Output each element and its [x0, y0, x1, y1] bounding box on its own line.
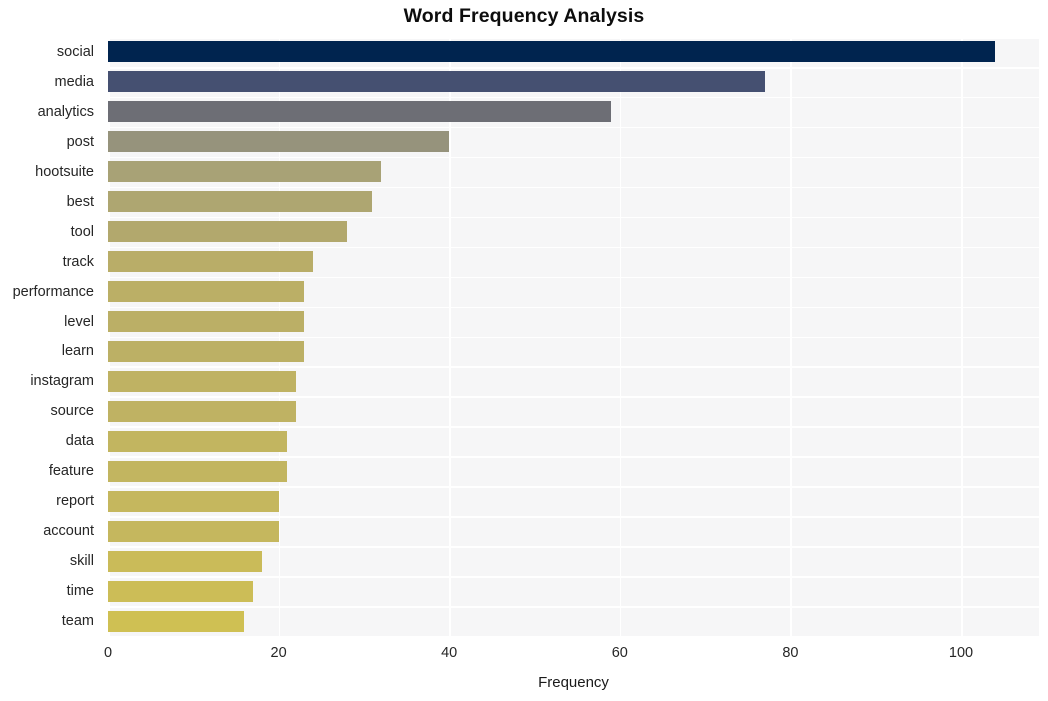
y-tick-label-best: best	[66, 193, 94, 210]
y-tick-label-source: source	[50, 403, 94, 420]
bar-data[interactable]	[108, 430, 288, 452]
bar-learn[interactable]	[108, 340, 305, 362]
bar-skill[interactable]	[108, 550, 262, 572]
x-tick-label-0: 0	[103, 645, 113, 661]
y-tick-label-data: data	[65, 433, 94, 450]
y-tick-label-track: track	[62, 253, 94, 270]
bar-social[interactable]	[108, 41, 996, 63]
y-tick-label-time: time	[66, 583, 94, 600]
y-tick-label-tool: tool	[70, 223, 94, 240]
bar-performance[interactable]	[108, 281, 305, 303]
x-tick-label-40: 40	[441, 645, 458, 661]
y-tick-label-account: account	[43, 523, 94, 540]
y-tick-label-level: level	[64, 313, 94, 330]
bar-hootsuite[interactable]	[108, 161, 381, 183]
y-tick-label-skill: skill	[69, 553, 94, 570]
y-tick-label-media: media	[54, 73, 95, 90]
bars-layer	[108, 37, 996, 636]
y-tick-label-report: report	[56, 493, 94, 510]
plot-background-extension	[961, 37, 1039, 636]
x-axis-tick-labels: 0 20 40 60 80 100	[0, 645, 1048, 669]
x-tick-label-60: 60	[611, 645, 628, 661]
y-tick-label-social: social	[56, 43, 94, 60]
bar-best[interactable]	[108, 191, 373, 213]
y-tick-label-post: post	[66, 133, 94, 150]
plot-area	[108, 37, 1039, 638]
chart-figure: Word Frequency Analysis social media analy…	[0, 0, 1048, 701]
bar-time[interactable]	[108, 580, 253, 602]
chart-title: Word Frequency Analysis	[403, 5, 645, 27]
y-tick-label-performance: performance	[12, 283, 94, 300]
bar-track[interactable]	[108, 251, 313, 273]
bar-account[interactable]	[108, 520, 279, 542]
bar-tool[interactable]	[108, 221, 347, 243]
x-tick-label-100: 100	[948, 645, 974, 661]
horizontal-gridline	[108, 636, 1039, 638]
y-tick-label-analytics: analytics	[37, 103, 94, 120]
x-axis-title: Frequency	[538, 674, 609, 691]
y-tick-label-learn: learn	[61, 343, 94, 360]
bar-source[interactable]	[108, 400, 296, 422]
bar-team[interactable]	[108, 610, 245, 632]
y-tick-label-instagram: instagram	[30, 373, 94, 390]
y-tick-label-team: team	[61, 613, 94, 630]
bar-report[interactable]	[108, 490, 279, 512]
bar-level[interactable]	[108, 311, 305, 333]
bar-media[interactable]	[108, 71, 765, 93]
x-tick-label-80: 80	[782, 645, 799, 661]
y-axis-tick-labels: social media analytics post hootsuite best too…	[0, 37, 100, 636]
x-tick-label-20: 20	[270, 645, 287, 661]
bar-feature[interactable]	[108, 460, 288, 482]
y-tick-label-feature: feature	[48, 463, 94, 480]
bar-post[interactable]	[108, 131, 450, 153]
bar-analytics[interactable]	[108, 101, 612, 123]
bar-instagram[interactable]	[108, 370, 296, 392]
y-tick-label-hootsuite: hootsuite	[35, 163, 94, 180]
